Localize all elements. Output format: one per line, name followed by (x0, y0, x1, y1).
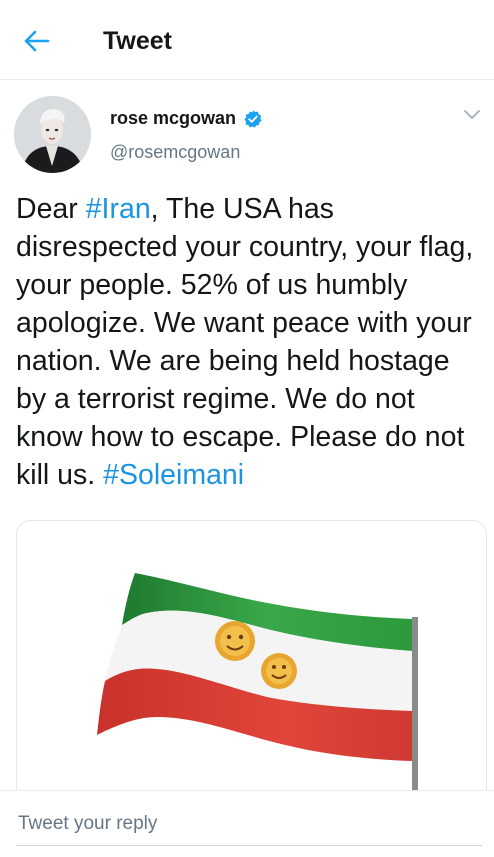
tweet-media[interactable] (16, 520, 487, 791)
author-name-row[interactable]: rose mcgowan (110, 108, 263, 129)
author-handle[interactable]: @rosemcgowan (110, 142, 240, 163)
arrow-left-icon (24, 30, 50, 52)
tweet-text-part: , The USA has disrespected your country,… (16, 193, 474, 491)
page-title: Tweet (103, 27, 172, 55)
author-display-name[interactable]: rose mcgowan (110, 108, 236, 129)
reply-input[interactable] (16, 803, 482, 846)
avatar[interactable] (14, 96, 91, 173)
reply-bar (0, 790, 494, 857)
hashtag-iran-link[interactable]: #Iran (86, 193, 151, 225)
tweet-text-part: Dear (16, 193, 86, 225)
waving-flag-icon (97, 573, 418, 791)
verified-badge-icon (244, 109, 262, 128)
avatar-image (14, 96, 91, 173)
hashtag-soleimani-link[interactable]: #Soleimani (103, 459, 244, 491)
tweet-text: Dear #Iran, The USA has disrespected you… (16, 190, 486, 494)
chevron-down-icon[interactable] (462, 108, 482, 122)
back-button[interactable] (20, 24, 54, 58)
top-bar: Tweet (0, 0, 494, 80)
